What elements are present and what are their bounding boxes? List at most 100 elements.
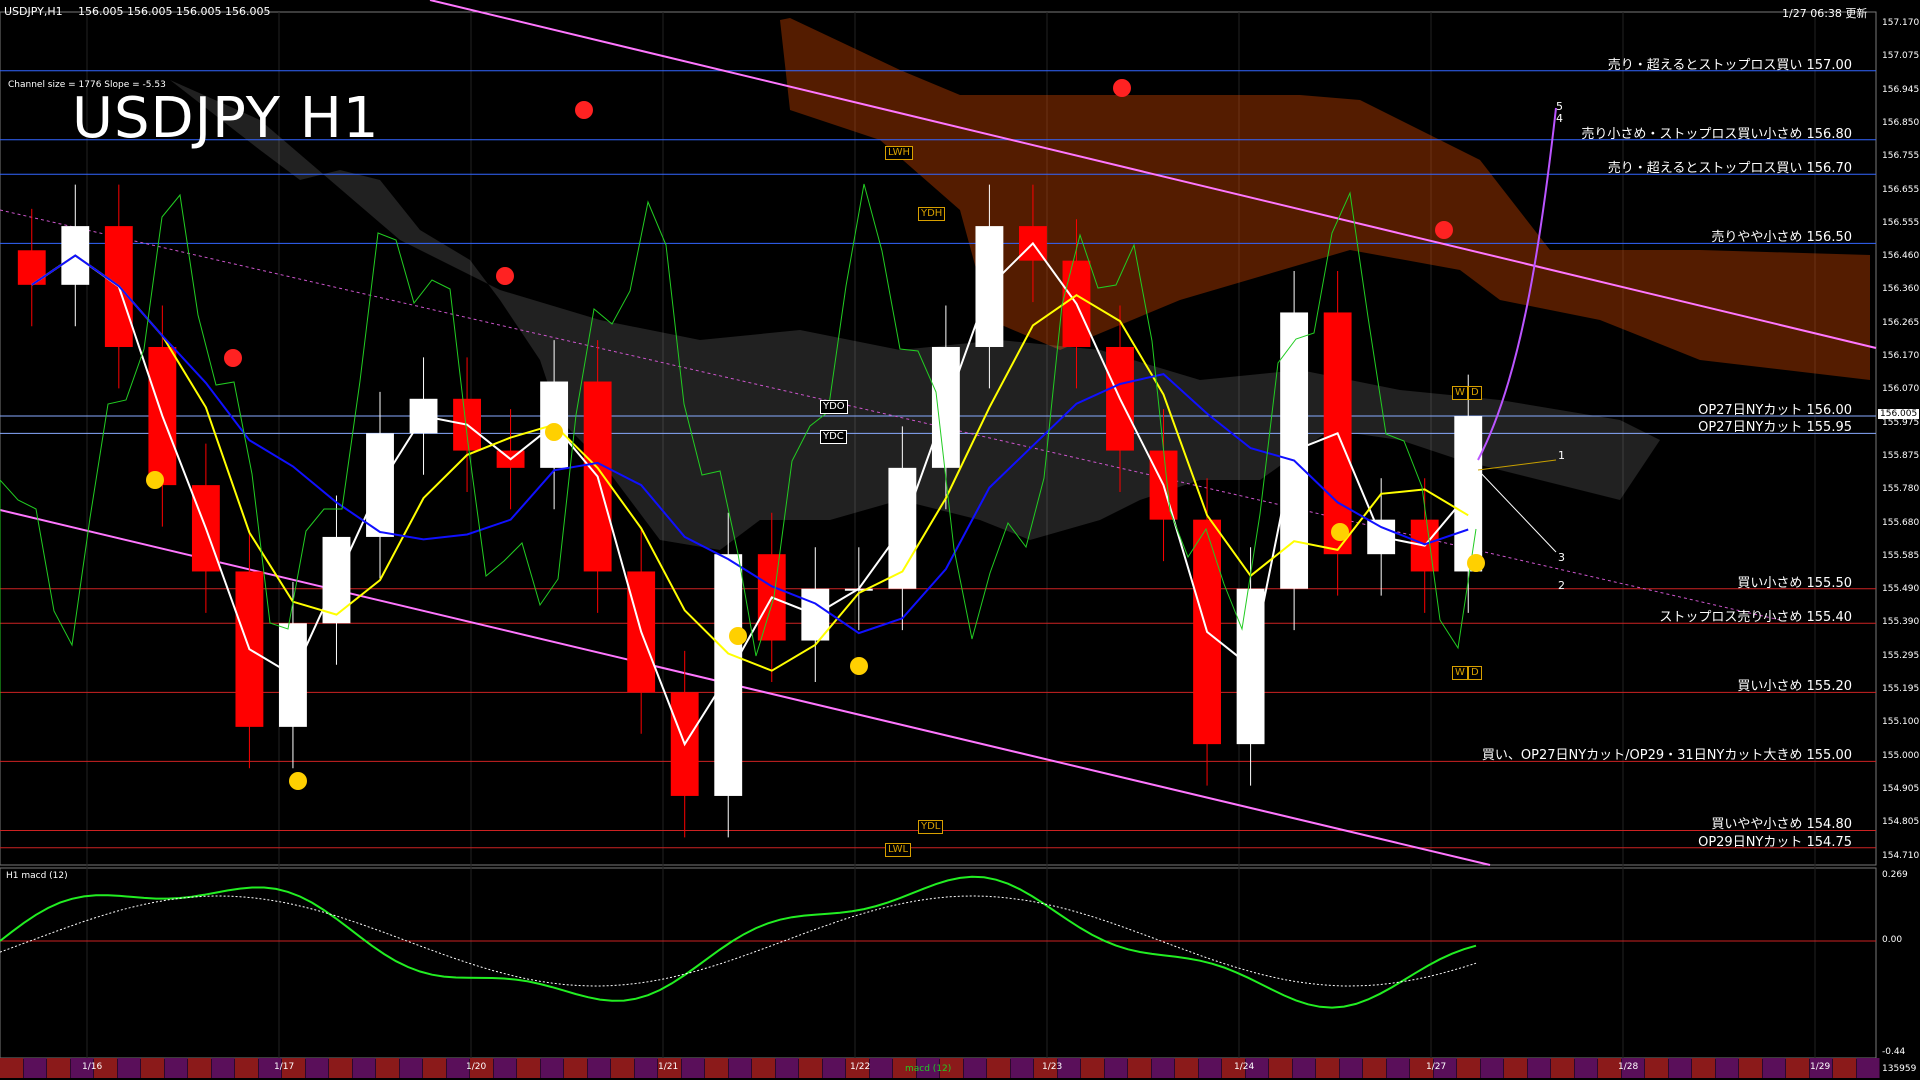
price-tick: 155.100 [1882, 717, 1920, 728]
level-label: 売り・超えるとストップロス買い 156.70 [1607, 161, 1852, 177]
price-tick: 154.905 [1882, 783, 1920, 794]
wave-label-4: 4 [1556, 112, 1563, 125]
level-label: 買い小さめ 155.50 [1737, 575, 1852, 591]
session-strip [399, 1058, 423, 1078]
wave-label-1: 1 [1558, 449, 1565, 462]
date-tick: 1/16 [82, 1062, 103, 1072]
down-arrow-icon [224, 349, 242, 367]
bottom-value: 135959 [1882, 1064, 1917, 1074]
current-price: 156.005 [1878, 409, 1920, 419]
date-tick: 1/27 [1426, 1062, 1447, 1072]
session-strip [963, 1058, 987, 1078]
date-tick: 1/28 [1618, 1062, 1639, 1072]
macd-status: macd (12) [905, 1064, 952, 1074]
level-label: 買い小さめ 155.20 [1737, 679, 1852, 695]
up-arrow-icon [850, 657, 868, 675]
session-strip [869, 1058, 893, 1078]
price-tick: 156.945 [1882, 84, 1920, 95]
price-tick: 157.075 [1882, 51, 1920, 62]
session-strip [1457, 1058, 1480, 1078]
session-strip [1668, 1058, 1692, 1078]
macd-scale-zero: 0.00 [1882, 935, 1903, 945]
session-strip [376, 1058, 399, 1078]
session-strip [305, 1058, 329, 1078]
level-label: OP29日NYカット 154.75 [1698, 834, 1852, 850]
price-tick: 156.265 [1882, 317, 1920, 328]
up-arrow-icon [146, 471, 164, 489]
session-strip [1104, 1058, 1128, 1078]
session-strip [117, 1058, 141, 1078]
macd-label: H1 macd (12) [6, 871, 68, 881]
macd-scale-top: 0.269 [1882, 870, 1908, 880]
price-tick: 155.295 [1882, 650, 1920, 661]
price-tick: 155.780 [1882, 484, 1920, 495]
price-tick: 156.070 [1882, 384, 1920, 395]
w-tag-top: W [1452, 386, 1468, 400]
level-label: OP27日NYカット 155.95 [1698, 420, 1852, 436]
price-tick: 154.805 [1882, 817, 1920, 828]
session-strip [1833, 1058, 1856, 1078]
session-strip [540, 1058, 564, 1078]
session-strip [752, 1058, 775, 1078]
d-tag-bottom: D [1468, 666, 1482, 680]
w-tag-bottom: W [1452, 666, 1468, 680]
session-strip [1551, 1058, 1574, 1078]
session-strip [423, 1058, 446, 1078]
ydh-tag: YDH [918, 207, 946, 221]
price-tick: 156.755 [1882, 151, 1920, 162]
session-strip [1010, 1058, 1034, 1078]
session-strip [705, 1058, 728, 1078]
price-tick: 156.170 [1882, 351, 1920, 361]
session-strip [1762, 1058, 1786, 1078]
session-strip [822, 1058, 846, 1078]
down-arrow-icon [1435, 221, 1453, 239]
session-strip [23, 1058, 47, 1078]
session-strip [799, 1058, 822, 1078]
level-label: OP27日NYカット 156.00 [1698, 403, 1852, 419]
up-arrow-icon [289, 772, 307, 790]
date-tick: 1/29 [1810, 1062, 1831, 1072]
session-strip [681, 1058, 705, 1078]
session-strip [47, 1058, 70, 1078]
date-tick: 1/17 [274, 1062, 295, 1072]
session-strip [493, 1058, 517, 1078]
price-tick: 156.850 [1882, 117, 1920, 128]
up-arrow-icon [1467, 554, 1485, 572]
price-tick: 154.710 [1882, 850, 1920, 861]
ydo-tag: YDO [820, 400, 848, 414]
session-strip [564, 1058, 587, 1078]
session-strip [1198, 1058, 1222, 1078]
wave-label-3: 3 [1558, 551, 1565, 564]
level-label: 売り・超えるとストップロス買い 157.00 [1607, 57, 1852, 73]
session-strip [1786, 1058, 1809, 1078]
down-arrow-icon [496, 267, 514, 285]
session-strip [1645, 1058, 1668, 1078]
level-label: ストップロス売り小さめ 155.40 [1659, 610, 1852, 626]
session-strip [987, 1058, 1010, 1078]
price-tick: 155.490 [1882, 584, 1920, 595]
session-strip [1269, 1058, 1292, 1078]
level-label: 売りやや小さめ 156.50 [1711, 230, 1852, 246]
session-strip [211, 1058, 235, 1078]
price-tick: 155.585 [1882, 550, 1920, 561]
session-strip [587, 1058, 611, 1078]
session-strip [1692, 1058, 1715, 1078]
session-strip [1081, 1058, 1104, 1078]
down-arrow-icon [1113, 79, 1131, 97]
lwl-tag: LWL [885, 843, 912, 857]
level-label: 買いやや小さめ 154.80 [1711, 817, 1852, 833]
session-strip [611, 1058, 634, 1078]
session-strip [1128, 1058, 1151, 1078]
up-arrow-icon [729, 627, 747, 645]
session-strip [1339, 1058, 1363, 1078]
session-strip [1480, 1058, 1504, 1078]
price-tick: 157.170 [1882, 18, 1920, 28]
price-tick: 155.875 [1882, 450, 1920, 461]
up-arrow-icon [1331, 523, 1349, 541]
session-strip [1856, 1058, 1880, 1078]
session-strip [634, 1058, 658, 1078]
session-strip [1151, 1058, 1175, 1078]
level-label: 買い、OP27日NYカット/OP29・31日NYカット大きめ 155.00 [1481, 748, 1852, 764]
date-tick: 1/24 [1234, 1062, 1255, 1072]
macd-scale-bottom: -0.44 [1882, 1047, 1906, 1057]
